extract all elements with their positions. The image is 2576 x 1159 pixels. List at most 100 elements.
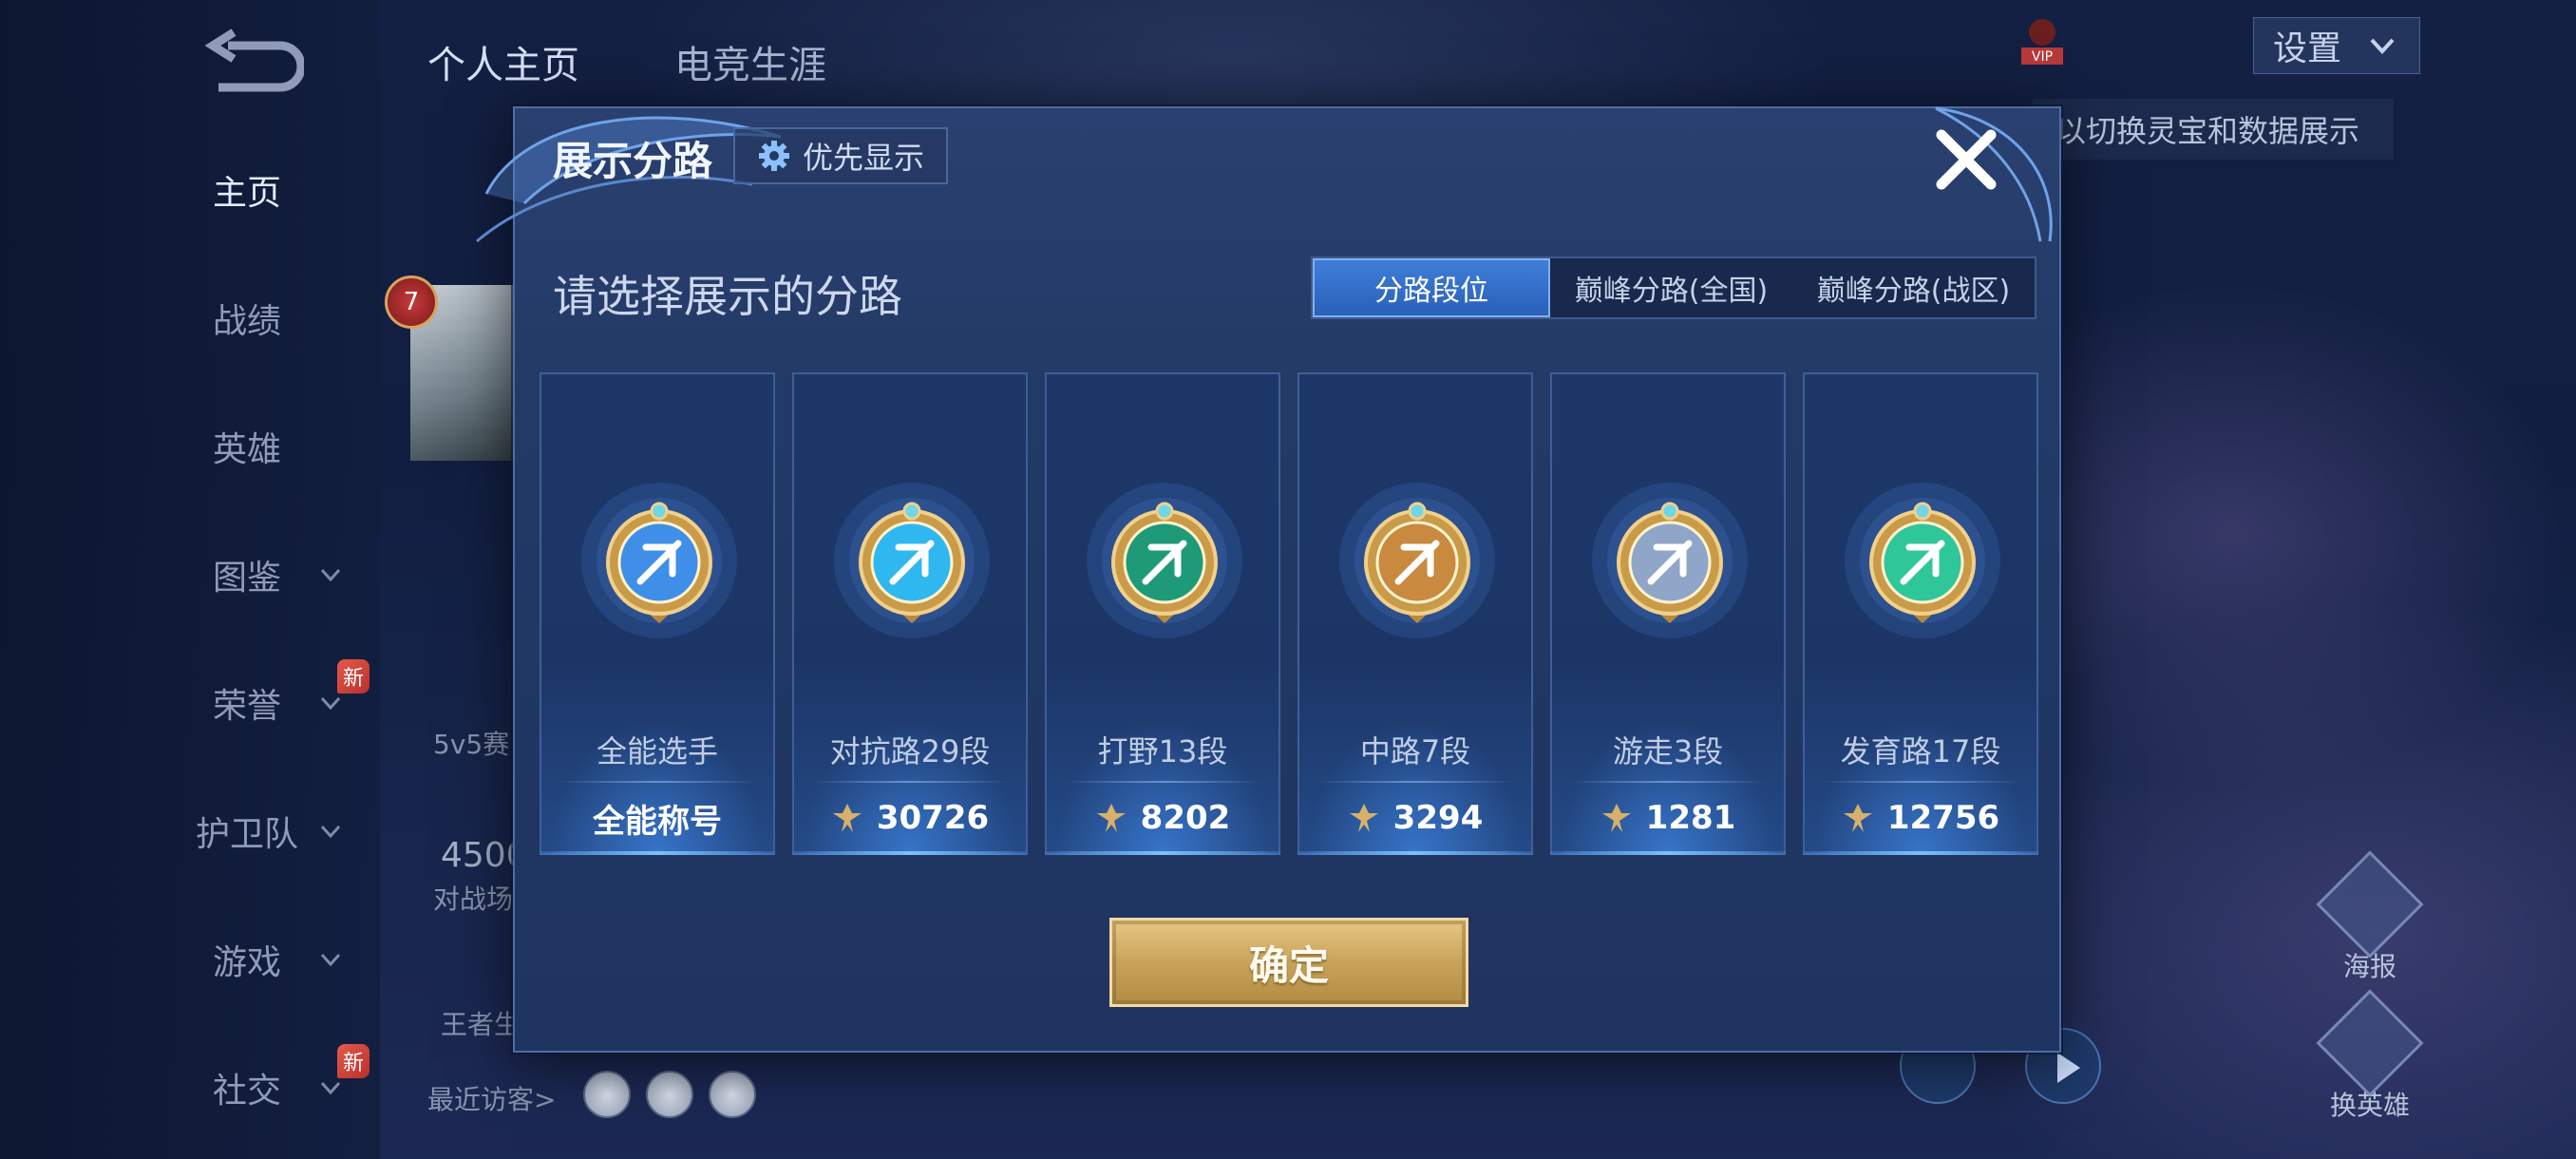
sidebar-item-home[interactable]: 主页 <box>171 152 361 228</box>
chevron-down-icon <box>320 953 341 967</box>
level-badge: 7 <box>385 276 438 329</box>
sidebar-item-guard[interactable]: 护卫队 <box>171 793 361 869</box>
tab-esports-career[interactable]: 电竞生涯 <box>674 34 826 89</box>
sidebar-item-label: 游戏 <box>212 943 281 982</box>
poster-icon <box>2316 850 2424 959</box>
left-sidebar: 主页 战绩 英雄 图鉴 荣誉新护卫队 游戏 社交新 <box>0 0 380 1159</box>
chevron-down-icon <box>320 696 341 711</box>
lane-score-row: 全能称号 <box>541 794 773 842</box>
sidebar-item-heroes[interactable]: 英雄 <box>171 408 361 484</box>
card-divider <box>559 781 756 783</box>
battle-points-icon <box>1349 804 1378 832</box>
lane-score-row: 8202 <box>1047 794 1279 842</box>
poster-button[interactable]: 海报 <box>2316 850 2424 984</box>
tab-personal-home[interactable]: 个人主页 <box>427 34 579 89</box>
close-icon[interactable] <box>1930 124 2002 196</box>
new-badge: 新 <box>337 659 370 694</box>
lane-score-row: 3294 <box>1299 794 1531 842</box>
roam-emblem-icon <box>1592 483 1748 638</box>
lane-name: 对抗路29段 <box>829 733 991 770</box>
card-divider <box>1822 781 2019 783</box>
card-divider <box>1064 781 1261 783</box>
lane-display-dialog: 展示分路 优先显示 请选择展示的分路 分路段位 巅峰分路(全国) 巅峰分路(战区… <box>476 106 2061 1053</box>
tip-banner: 以切换灵宝和数据展示 <box>2033 99 2394 160</box>
battle-points-icon <box>832 804 862 832</box>
lane-card[interactable]: 发育路17段 12756 <box>1803 372 2038 855</box>
lane-name: 中路7段 <box>1359 733 1471 770</box>
dialog-subtitle: 请选择展示的分路 <box>553 271 902 322</box>
card-divider <box>1569 781 1767 783</box>
lane-name: 发育路17段 <box>1840 733 2001 770</box>
gear-icon <box>758 141 789 171</box>
tab-peak-lane-region[interactable]: 巅峰分路(战区) <box>1792 258 2035 317</box>
jungle-emblem-icon <box>1087 483 1242 638</box>
lane-card-list: 全能选手 全能称号 对抗路29段 30726 打野13段 8202 中路7段 3… <box>540 372 2038 855</box>
lane-card[interactable]: 中路7段 3294 <box>1297 372 1533 855</box>
sidebar-item-game[interactable]: 游戏 <box>171 922 361 998</box>
lane-score-row: 12756 <box>1805 794 2036 842</box>
chevron-down-icon <box>320 825 341 839</box>
lane-score: 30726 <box>876 799 990 837</box>
all-round-emblem-icon <box>581 483 737 638</box>
mid-lane-emblem-icon <box>1339 483 1495 638</box>
sidebar-item-codex[interactable]: 图鉴 <box>171 537 361 613</box>
tab-peak-lane-national[interactable]: 巅峰分路(全国) <box>1550 258 1792 317</box>
stat-label: 对战场 <box>433 884 514 915</box>
lane-score-row: 1281 <box>1552 794 1784 842</box>
lane-score-row: 30726 <box>794 794 1026 842</box>
lane-score: 8202 <box>1140 799 1231 837</box>
mode-text: 5v5赛 <box>433 729 510 760</box>
chevron-down-icon <box>320 568 341 582</box>
sidebar-item-label: 战绩 <box>212 302 281 341</box>
sidebar-item-label: 荣誉 <box>212 687 281 726</box>
new-badge: 新 <box>337 1044 370 1078</box>
lane-name: 全能选手 <box>596 733 718 770</box>
tip-text: 以切换灵宝和数据展示 <box>2055 113 2359 149</box>
clash-lane-emblem-icon <box>834 483 990 638</box>
chevron-down-icon <box>2370 38 2395 54</box>
sidebar-item-social[interactable]: 社交 新 <box>171 1044 370 1126</box>
priority-display-button[interactable]: 优先显示 <box>733 127 948 184</box>
settings-button[interactable]: 设置 <box>2253 17 2420 74</box>
sidebar-item-label: 社交 <box>212 1072 281 1111</box>
vip-label: VIP <box>2032 49 2053 65</box>
sidebar-item-honor[interactable]: 荣誉 新 <box>171 659 370 741</box>
back-arrow-icon[interactable] <box>199 28 304 95</box>
sidebar-item-label: 主页 <box>212 174 281 213</box>
lane-score: 12756 <box>1886 799 2000 837</box>
visitor-avatar[interactable] <box>709 1071 756 1118</box>
sidebar-item-records[interactable]: 战绩 <box>171 280 361 356</box>
lane-tab-group: 分路段位 巅峰分路(全国) 巅峰分路(战区) <box>1311 256 2036 319</box>
lane-score: 1281 <box>1645 799 1736 837</box>
sidebar-item-label: 图鉴 <box>212 559 281 598</box>
lane-card[interactable]: 打野13段 8202 <box>1045 372 1280 855</box>
vip-icon[interactable]: VIP <box>2016 13 2069 70</box>
profile-tabs: 个人主页 电竞生涯 <box>427 34 826 89</box>
switch-hero-button[interactable]: 换英雄 <box>2316 989 2424 1123</box>
card-divider <box>1316 781 1514 783</box>
visitor-avatar[interactable] <box>646 1071 693 1118</box>
lane-score: 3294 <box>1392 799 1484 837</box>
battle-points-icon <box>1601 804 1631 832</box>
switch-hero-icon <box>2316 989 2424 1097</box>
priority-display-label: 优先显示 <box>802 140 924 176</box>
confirm-button[interactable]: 确定 <box>1109 918 1468 1007</box>
tab-lane-rank[interactable]: 分路段位 <box>1313 258 1550 317</box>
settings-label: 设置 <box>2273 29 2342 68</box>
lane-name: 打野13段 <box>1097 733 1228 770</box>
visitor-avatar[interactable] <box>583 1071 631 1118</box>
lane-card[interactable]: 对抗路29段 30726 <box>792 372 1028 855</box>
sidebar-item-label: 英雄 <box>212 430 281 469</box>
recent-visitors-link[interactable]: 最近访客> <box>427 1079 556 1117</box>
lane-card[interactable]: 游走3段 1281 <box>1550 372 1786 855</box>
king-text: 王者生 <box>441 1009 521 1040</box>
chevron-down-icon <box>320 1081 341 1095</box>
lane-card[interactable]: 全能选手 全能称号 <box>540 372 775 855</box>
confirm-label: 确定 <box>1248 941 1329 989</box>
sidebar-item-label: 护卫队 <box>195 815 298 854</box>
farm-lane-emblem-icon <box>1845 483 2000 638</box>
battle-points-icon <box>1843 804 1872 832</box>
lane-name: 游走3段 <box>1612 733 1724 770</box>
lane-score: 全能称号 <box>593 802 722 841</box>
battle-points-icon <box>1096 804 1126 832</box>
